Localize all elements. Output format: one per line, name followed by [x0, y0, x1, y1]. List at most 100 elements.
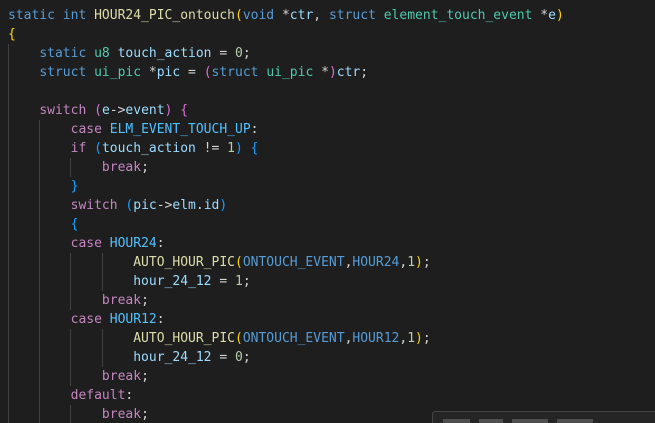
code-token: ): [415, 331, 423, 346]
code-token: {: [70, 217, 79, 232]
code-token: switch: [39, 103, 87, 118]
code-token: ;: [360, 65, 369, 80]
indent-guide: [8, 329, 9, 348]
indent-guide: [8, 272, 9, 291]
code-token: case: [70, 236, 102, 251]
indent-guide: [8, 196, 9, 215]
code-token: ,: [399, 255, 408, 270]
code-line[interactable]: hour_24_12 = 0;: [8, 348, 655, 367]
code-line[interactable]: static int HOUR24_PIC_ontouch(void *ctr,…: [8, 6, 655, 25]
code-token: HOUR12: [352, 331, 400, 346]
indent-guide: [39, 348, 41, 367]
code-line[interactable]: case HOUR12:: [8, 310, 655, 329]
code-token: (: [203, 65, 212, 80]
code-token: 0: [235, 46, 243, 61]
code-token: u8: [94, 46, 110, 61]
code-line[interactable]: hour_24_12 = 1;: [8, 272, 655, 291]
indent-guide: [101, 329, 103, 348]
indent-guide: [101, 272, 103, 291]
code-line[interactable]: {: [8, 215, 655, 234]
code-token: 1: [407, 255, 416, 270]
code-token: ctr: [336, 65, 361, 80]
indent-guide: [8, 120, 9, 139]
indent-guide: [70, 405, 72, 423]
code-area[interactable]: static int HOUR24_PIC_ontouch(void *ctr,…: [8, 6, 655, 423]
indent-guide: [70, 348, 72, 367]
indent-guide: [39, 215, 41, 234]
code-line[interactable]: [8, 82, 655, 101]
indent-guide: [8, 215, 9, 234]
indent-guide: [39, 329, 41, 348]
code-token: {: [8, 27, 16, 42]
code-line[interactable]: break;: [8, 367, 655, 386]
code-token: event: [125, 103, 165, 118]
code-token: break: [101, 293, 142, 308]
code-token: break: [101, 407, 142, 422]
hover-popup: [432, 411, 655, 423]
code-token: struct: [39, 65, 87, 80]
indent-guide: [8, 139, 9, 158]
code-token: ;: [242, 46, 251, 61]
code-line[interactable]: AUTO_HOUR_PIC(ONTOUCH_EVENT,HOUR24,1);: [8, 253, 655, 272]
code-token: 1: [227, 141, 235, 156]
code-line[interactable]: struct ui_pic *pic = (struct ui_pic *)ct…: [8, 63, 655, 82]
code-token: case: [70, 312, 102, 327]
code-token: .: [195, 198, 204, 213]
code-token: break: [101, 160, 142, 175]
code-line[interactable]: break;: [8, 291, 655, 310]
code-line[interactable]: }: [8, 177, 655, 196]
code-token: (: [94, 141, 102, 156]
code-line[interactable]: AUTO_HOUR_PIC(ONTOUCH_EVENT,HOUR12,1);: [8, 329, 655, 348]
code-token: int: [62, 8, 87, 23]
code-token: 0: [235, 350, 243, 365]
indent-guide: [39, 367, 41, 386]
code-token: HOUR24: [352, 255, 400, 270]
indent-guide: [70, 329, 72, 348]
code-token: *: [532, 8, 549, 23]
code-line[interactable]: case ELM_EVENT_TOUCH_UP:: [8, 120, 655, 139]
code-token: ELM_EVENT_TOUCH_UP: [109, 122, 251, 137]
indent-guide: [8, 405, 9, 423]
code-token: pic: [156, 65, 181, 80]
code-token: ): [555, 8, 564, 23]
code-line[interactable]: case HOUR24:: [8, 234, 655, 253]
indent-guide: [70, 272, 72, 291]
code-token: ;: [141, 160, 149, 175]
code-token: ,: [313, 8, 329, 23]
code-token: :: [156, 312, 165, 327]
indent-guide: [39, 272, 41, 291]
indent-guide: [8, 310, 9, 329]
code-editor[interactable]: static int HOUR24_PIC_ontouch(void *ctr,…: [0, 0, 655, 423]
code-line[interactable]: default:: [8, 386, 655, 405]
code-token: ): [219, 198, 228, 213]
code-token: ;: [422, 255, 431, 270]
code-token: {: [180, 103, 189, 118]
code-token: HOUR12: [109, 312, 157, 327]
code-line[interactable]: {: [8, 25, 655, 44]
indent-guide: [8, 101, 9, 120]
indent-guide: [39, 139, 41, 158]
code-line[interactable]: switch (e->event) {: [8, 101, 655, 120]
code-line[interactable]: static u8 touch_action = 0;: [8, 44, 655, 63]
code-line[interactable]: if (touch_action != 1) {: [8, 139, 655, 158]
code-token: (: [235, 8, 243, 23]
code-token: ONTOUCH_EVENT: [242, 331, 345, 346]
code-token: *: [313, 65, 329, 80]
code-token: (: [234, 255, 243, 270]
indent-guide: [70, 158, 72, 177]
code-token: ;: [422, 331, 431, 346]
code-token: e: [101, 103, 110, 118]
code-line[interactable]: break;: [8, 158, 655, 177]
code-token: ;: [242, 350, 251, 365]
code-token: :: [125, 388, 134, 403]
code-token: ->: [109, 103, 126, 118]
code-line[interactable]: switch (pic->elm.id): [8, 196, 655, 215]
